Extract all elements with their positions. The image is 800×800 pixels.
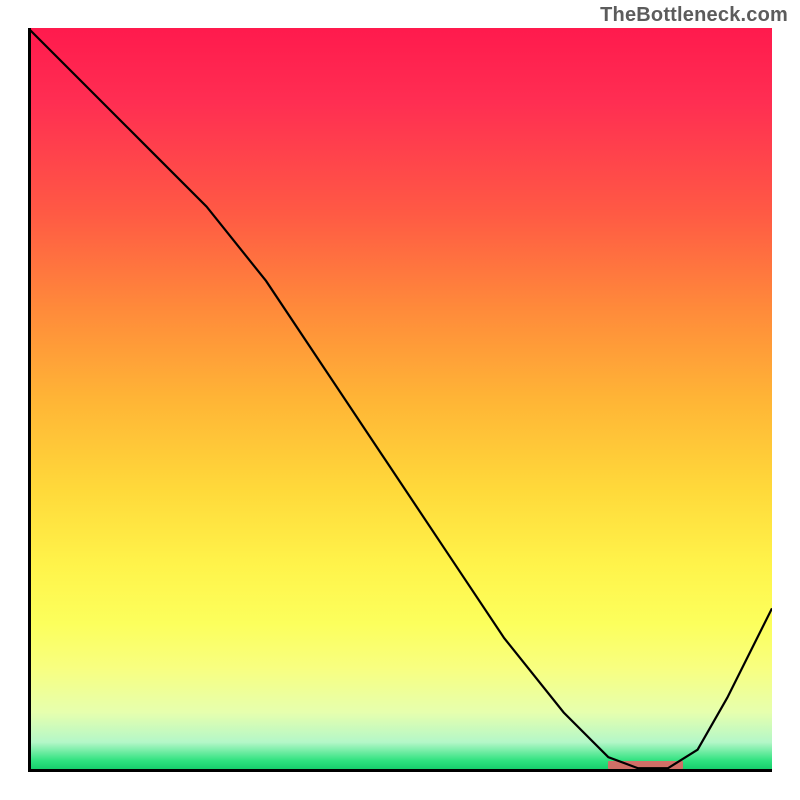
chart-plot-area [28, 28, 772, 772]
watermark-text: TheBottleneck.com [600, 4, 788, 27]
bottleneck-curve [28, 28, 772, 772]
curve-path [28, 28, 772, 768]
